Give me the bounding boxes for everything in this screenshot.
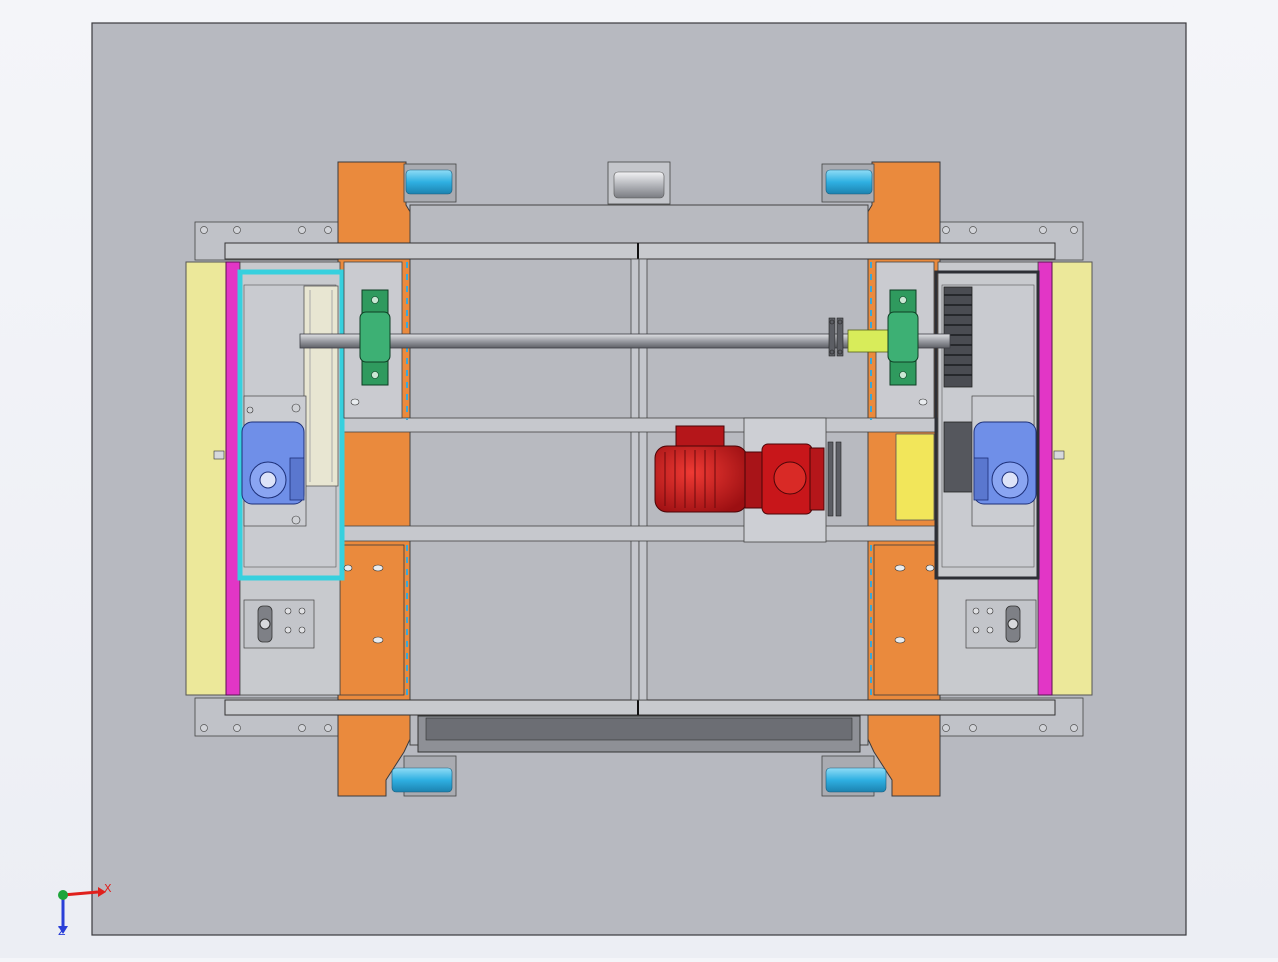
- side-bumper-pad-left[interactable]: [185, 261, 227, 696]
- side-pin: [1053, 450, 1065, 460]
- center-roller[interactable]: [607, 161, 671, 205]
- x-axis-label: X: [104, 882, 112, 895]
- shaft-coupling[interactable]: [847, 329, 895, 353]
- cross-beam-bottom[interactable]: [224, 699, 1056, 716]
- bottom-tray-recess: [425, 717, 853, 741]
- belt-pulley-left[interactable]: [303, 285, 339, 487]
- center-rail-left[interactable]: [630, 258, 640, 701]
- z-axis-label: Z: [58, 925, 66, 938]
- cross-beam-mid-lower[interactable]: [341, 525, 939, 542]
- cross-beam-mid-upper[interactable]: [341, 417, 939, 433]
- side-bumper-pad-right[interactable]: [1051, 261, 1093, 696]
- cad-viewport[interactable]: X Z: [0, 0, 1278, 958]
- pillow-block-bearing[interactable]: [887, 289, 919, 386]
- worm-gearbox-left[interactable]: [241, 395, 307, 527]
- caster-wheel-right[interactable]: [965, 599, 1037, 649]
- assembly-drawing[interactable]: [0, 0, 1278, 958]
- roller[interactable]: [821, 163, 875, 203]
- center-rail-right[interactable]: [638, 258, 648, 701]
- pillow-block-bearing[interactable]: [359, 289, 391, 386]
- caster-wheel-left[interactable]: [243, 599, 315, 649]
- roller[interactable]: [403, 163, 457, 203]
- magenta-strip-right[interactable]: [1037, 261, 1053, 696]
- side-pin: [213, 450, 225, 460]
- cross-beam-top[interactable]: [224, 242, 1056, 260]
- yellow-housing[interactable]: [895, 433, 935, 521]
- y-axis-dot: [58, 890, 68, 900]
- worm-gearbox-right[interactable]: [971, 395, 1037, 527]
